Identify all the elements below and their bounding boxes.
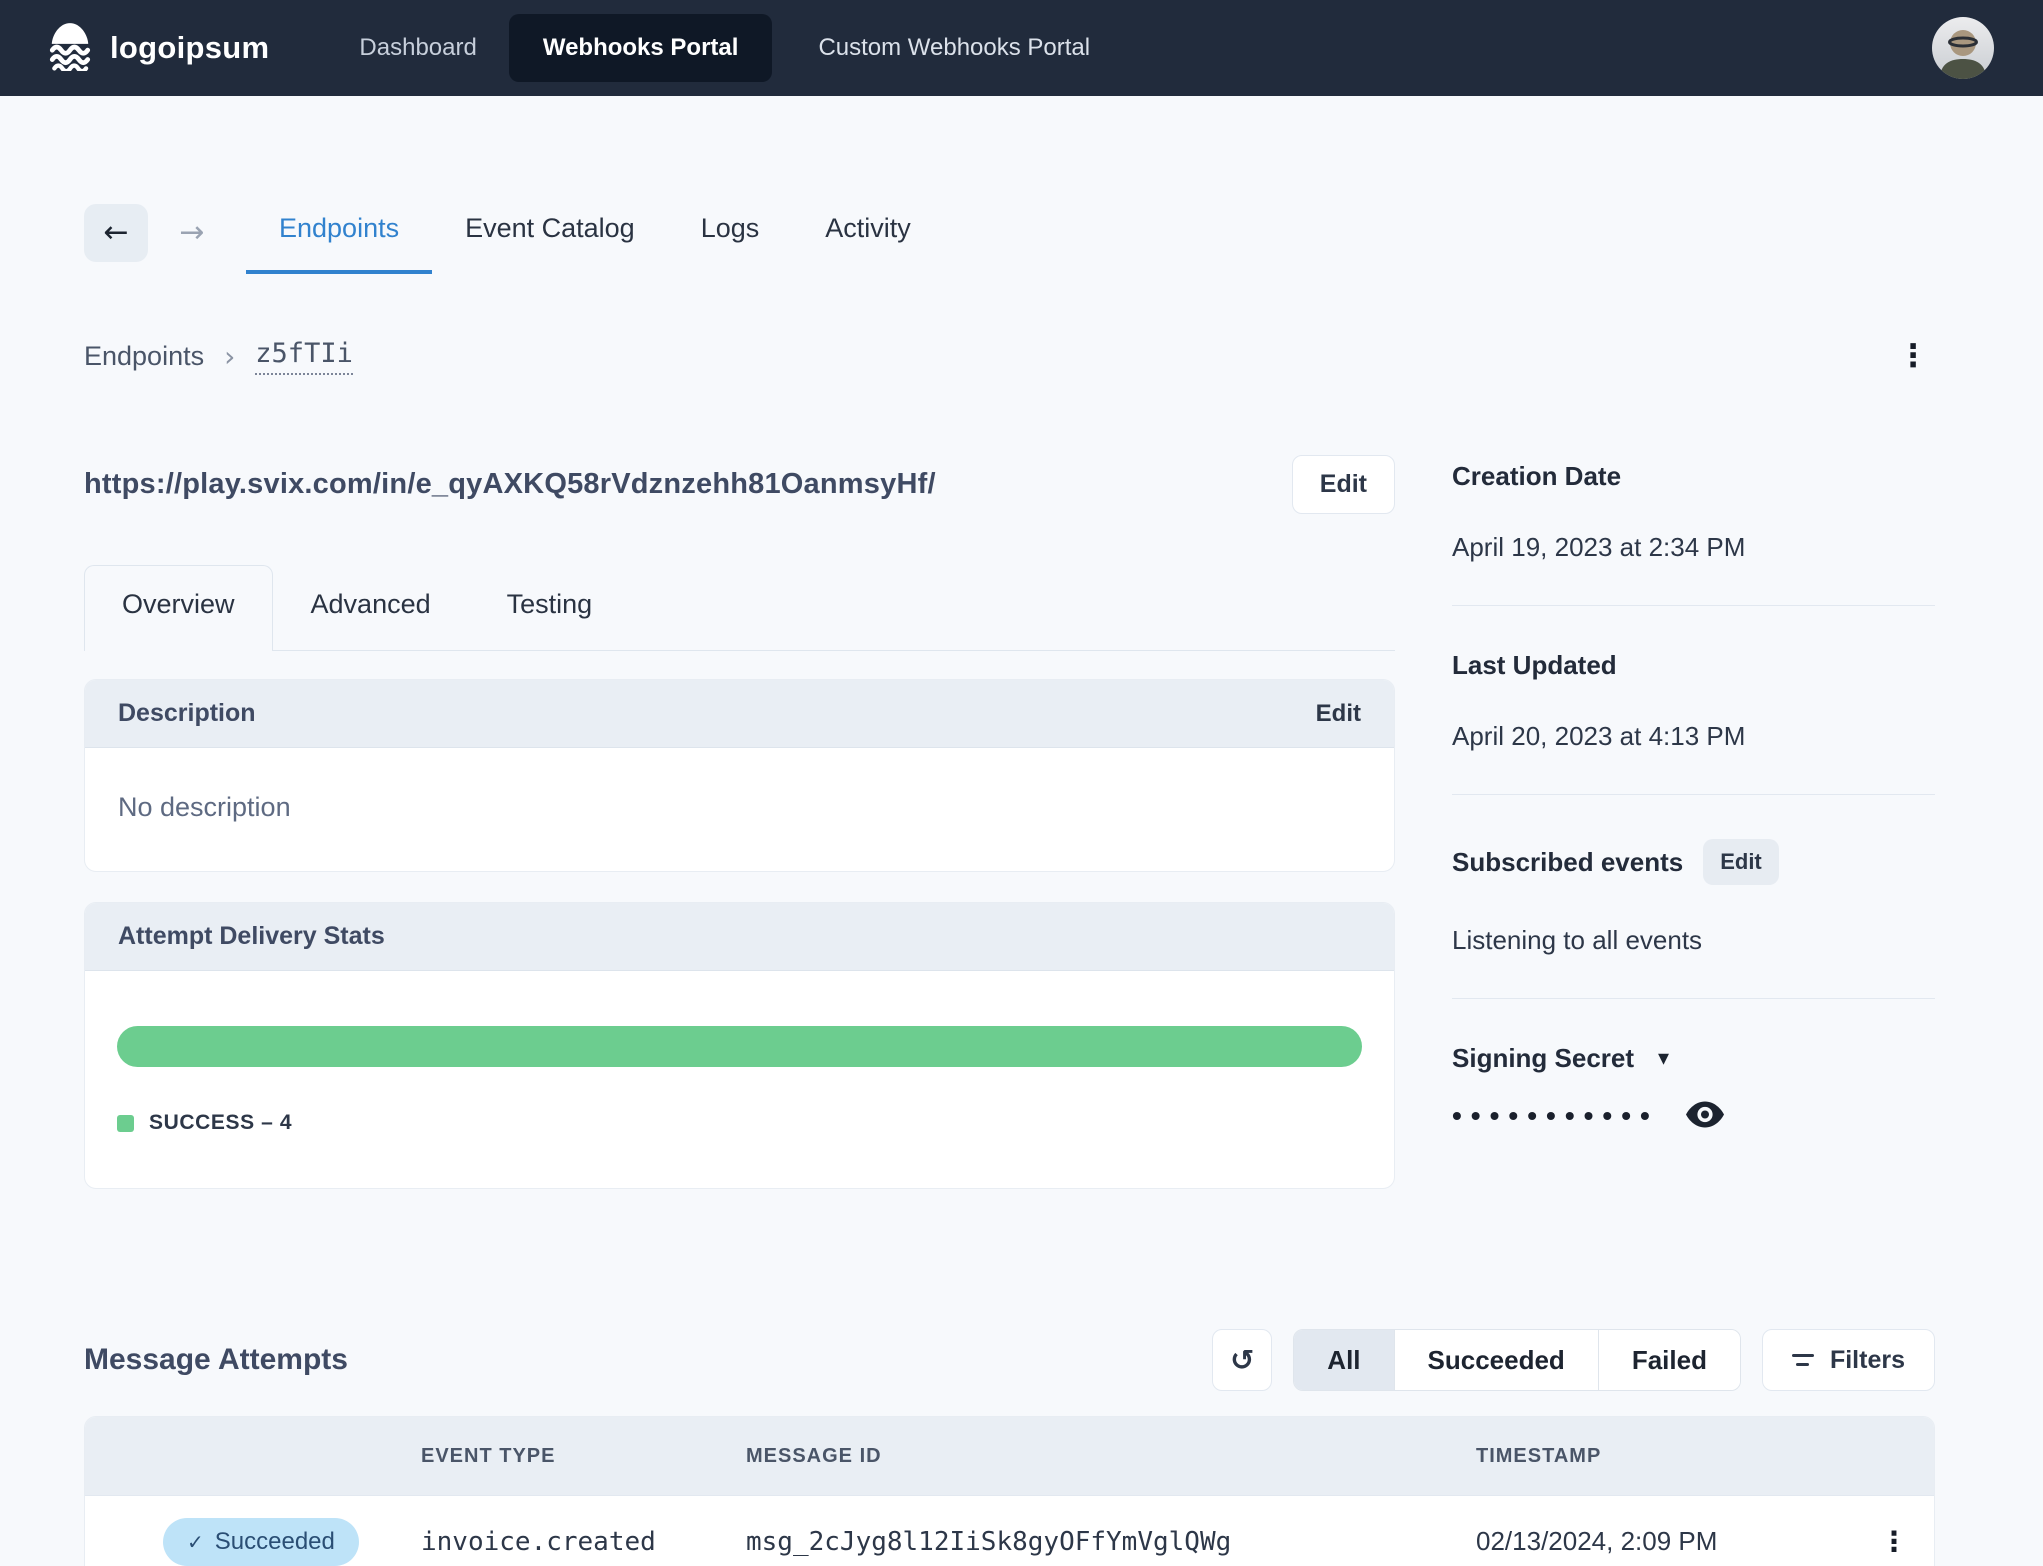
breadcrumb: Endpoints › z5fTIi ⋮ xyxy=(84,334,1935,378)
reveal-secret-button[interactable] xyxy=(1685,1100,1725,1132)
kebab-menu-icon: ⋮ xyxy=(1880,1525,1908,1558)
timestamp-column-header: TIMESTAMP xyxy=(1476,1444,1602,1467)
event-type-cell: invoice.created xyxy=(421,1526,656,1557)
delivery-stats-header: Attempt Delivery Stats xyxy=(85,903,1394,971)
portal-tab-bar: ← → Endpoints Event Catalog Logs Activit… xyxy=(84,191,1935,274)
success-legend-label: SUCCESS – 4 xyxy=(149,1111,293,1134)
kebab-menu-icon: ⋮ xyxy=(1897,338,1929,374)
row-options-button[interactable]: ⋮ xyxy=(1854,1525,1934,1558)
logo-text: logoipsum xyxy=(110,30,270,65)
timestamp-cell: 02/13/2024, 2:09 PM xyxy=(1476,1526,1718,1556)
creation-date-label: Creation Date xyxy=(1452,461,1622,491)
edit-subscribed-events-button[interactable]: Edit xyxy=(1703,839,1779,885)
status-badge-label: Succeeded xyxy=(214,1527,335,1555)
tab-testing[interactable]: Testing xyxy=(469,565,631,650)
nav-item-custom-webhooks-portal[interactable]: Custom Webhooks Portal xyxy=(808,16,1100,80)
chevron-right-icon: › xyxy=(224,339,236,373)
edit-description-button[interactable]: Edit xyxy=(1316,700,1361,728)
message-attempts-title: Message Attempts xyxy=(84,1343,348,1376)
divider xyxy=(1452,794,1935,795)
caret-down-icon: ▾ xyxy=(1658,1046,1670,1071)
stats-legend: SUCCESS – 4 xyxy=(117,1111,1362,1135)
message-id-cell: msg_2cJyg8l12IiSk8gyOFfYmVglQWg xyxy=(746,1526,1232,1557)
signing-secret-group: Signing Secret ▾ ••••••••••• xyxy=(1452,1043,1935,1132)
status-cell: ✓ Succeeded xyxy=(85,1517,421,1566)
signing-secret-row[interactable]: Signing Secret ▾ xyxy=(1452,1043,1935,1074)
endpoint-meta-sidebar: Creation Date April 19, 2023 at 2:34 PM … xyxy=(1452,453,1935,1189)
edit-url-button[interactable]: Edit xyxy=(1291,454,1395,514)
creation-date-value: April 19, 2023 at 2:34 PM xyxy=(1452,532,1746,562)
masked-secret: ••••••••••• xyxy=(1452,1100,1659,1131)
last-updated-label: Last Updated xyxy=(1452,650,1617,680)
table-header-row: EVENT TYPE MESSAGE ID TIMESTAMP xyxy=(85,1417,1934,1495)
tab-logs[interactable]: Logs xyxy=(668,191,793,274)
endpoint-options-button[interactable]: ⋮ xyxy=(1891,334,1935,378)
logo-egg-waves-icon xyxy=(45,21,95,76)
tab-activity[interactable]: Activity xyxy=(792,191,944,274)
user-avatar[interactable] xyxy=(1932,17,1994,79)
status-filter-segmented-control: All Succeeded Failed xyxy=(1293,1329,1741,1391)
breadcrumb-endpoint-id[interactable]: z5fTIi xyxy=(255,338,353,375)
check-icon: ✓ xyxy=(187,1529,204,1554)
columns: https://play.svix.com/in/e_qyAXKQ58rVdzn… xyxy=(84,453,1935,1189)
description-body: No description xyxy=(85,748,1394,871)
description-title: Description xyxy=(118,699,256,727)
tab-overview[interactable]: Overview xyxy=(84,565,273,651)
back-arrow-icon: ← xyxy=(103,215,129,250)
event-type-column-header: EVENT TYPE xyxy=(421,1444,556,1467)
endpoint-url-row: https://play.svix.com/in/e_qyAXKQ58rVdzn… xyxy=(84,453,1395,515)
refresh-icon: ↺ xyxy=(1230,1343,1255,1377)
refresh-button[interactable]: ↺ xyxy=(1212,1329,1273,1391)
filter-succeeded-button[interactable]: Succeeded xyxy=(1393,1330,1598,1390)
logo: logoipsum xyxy=(45,21,269,76)
attempt-controls: ↺ All Succeeded Failed Filters xyxy=(1212,1329,1935,1391)
subscribed-events-label: Subscribed events xyxy=(1452,846,1684,877)
divider xyxy=(1452,998,1935,999)
forward-button[interactable]: → xyxy=(160,204,224,262)
divider xyxy=(1452,605,1935,606)
subscribed-events-value: Listening to all events xyxy=(1452,925,1703,955)
filters-button[interactable]: Filters xyxy=(1761,1329,1935,1391)
success-bar xyxy=(117,1026,1362,1067)
main-column: https://play.svix.com/in/e_qyAXKQ58rVdzn… xyxy=(84,453,1395,1189)
delivery-stats-card: Attempt Delivery Stats SUCCESS – 4 xyxy=(84,902,1395,1189)
top-nav: logoipsum Dashboard Webhooks Portal Cust… xyxy=(0,0,2043,96)
detail-tabs: Overview Advanced Testing xyxy=(84,565,1395,651)
signing-secret-value-row: ••••••••••• xyxy=(1452,1100,1935,1132)
description-card-header: Description Edit xyxy=(85,680,1394,748)
subscribed-events-group: Subscribed events Edit Listening to all … xyxy=(1452,839,1935,956)
filters-button-label: Filters xyxy=(1829,1345,1905,1374)
back-button[interactable]: ← xyxy=(84,203,148,262)
status-badge: ✓ Succeeded xyxy=(163,1517,359,1566)
last-updated-value: April 20, 2023 at 4:13 PM xyxy=(1452,721,1746,751)
signing-secret-label: Signing Secret xyxy=(1452,1043,1635,1073)
eye-icon xyxy=(1685,1100,1725,1132)
delivery-stats-title: Attempt Delivery Stats xyxy=(118,922,385,950)
message-attempts-header: Message Attempts ↺ All Succeeded Failed … xyxy=(84,1329,1935,1391)
table-row[interactable]: ✓ Succeeded invoice.created msg_2cJyg8l1… xyxy=(85,1495,1934,1566)
filter-icon xyxy=(1791,1354,1814,1366)
success-bar-track xyxy=(117,1026,1362,1067)
last-updated-group: Last Updated April 20, 2023 at 4:13 PM xyxy=(1452,650,1935,752)
success-legend-swatch xyxy=(117,1114,134,1132)
description-card: Description Edit No description xyxy=(84,679,1395,872)
tab-advanced[interactable]: Advanced xyxy=(273,565,469,650)
filter-failed-button[interactable]: Failed xyxy=(1597,1330,1740,1390)
nav-item-webhooks-portal[interactable]: Webhooks Portal xyxy=(508,14,773,82)
creation-date-group: Creation Date April 19, 2023 at 2:34 PM xyxy=(1452,461,1935,563)
subscribed-events-row: Subscribed events Edit xyxy=(1452,839,1935,885)
page-content: ← → Endpoints Event Catalog Logs Activit… xyxy=(0,191,2043,1566)
tab-endpoints[interactable]: Endpoints xyxy=(246,191,433,274)
message-id-column-header: MESSAGE ID xyxy=(746,1444,882,1467)
message-attempts-table: EVENT TYPE MESSAGE ID TIMESTAMP ✓ Succee… xyxy=(84,1416,1935,1566)
endpoint-url: https://play.svix.com/in/e_qyAXKQ58rVdzn… xyxy=(84,467,936,500)
delivery-stats-body: SUCCESS – 4 xyxy=(85,971,1394,1188)
tab-event-catalog[interactable]: Event Catalog xyxy=(432,191,668,274)
forward-arrow-icon: → xyxy=(179,215,205,250)
nav-item-dashboard[interactable]: Dashboard xyxy=(349,16,486,80)
filter-all-button[interactable]: All xyxy=(1294,1330,1394,1390)
breadcrumb-endpoints-link[interactable]: Endpoints xyxy=(84,341,204,372)
description-empty-text: No description xyxy=(118,792,291,822)
portal-tabs: Endpoints Event Catalog Logs Activity xyxy=(246,191,944,274)
